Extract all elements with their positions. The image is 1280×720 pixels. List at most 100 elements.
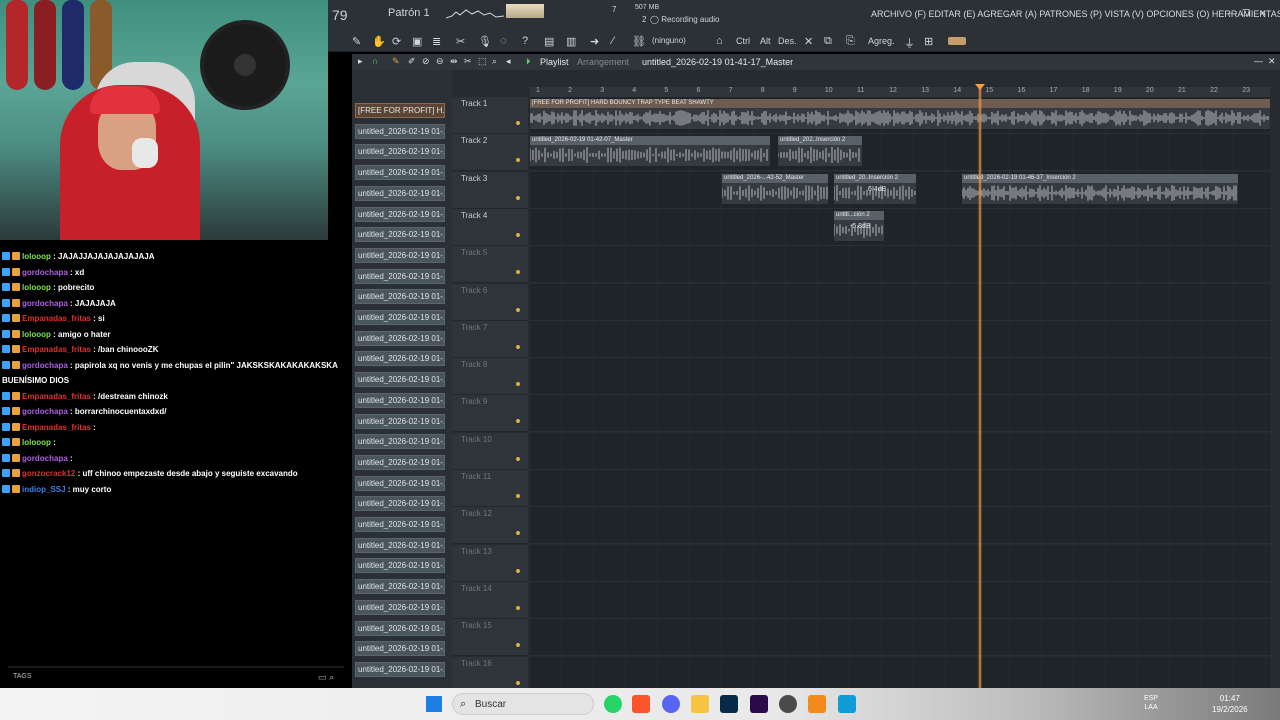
arrangement-name[interactable]: untitled_2026-02-19 01-41-17_Master <box>642 57 793 67</box>
track-name[interactable]: Track 10 <box>461 435 492 444</box>
pattern-item[interactable]: untitled_2026-02-19 01-... <box>355 247 445 263</box>
track-name[interactable]: Track 11 <box>461 472 491 481</box>
track-header[interactable]: Track 15 <box>452 619 528 657</box>
track-header[interactable]: Track 1 <box>452 97 528 134</box>
pattern-item[interactable]: untitled_2026-02-19 01-... <box>355 496 445 512</box>
track-name[interactable]: Track 14 <box>461 584 492 593</box>
track-active-led[interactable] <box>516 680 520 685</box>
pattern-item[interactable]: untitled_2026-02-19 01-... <box>355 579 445 595</box>
arrow-right-icon[interactable]: ▸ <box>358 56 363 67</box>
pattern-item[interactable]: untitled_2026-02-19 01-... <box>355 227 445 243</box>
track-active-led[interactable] <box>516 344 520 349</box>
brave-icon[interactable] <box>632 695 650 713</box>
timeline-ruler[interactable]: 1 2 3 4 5 6 7 8 9 10 11 12 13 14 15 16 17 18 19 20 21 22 23 <box>530 87 1270 97</box>
draw-tool-icon[interactable]: ✎ <box>392 56 400 67</box>
track-header[interactable]: Track 8 <box>452 358 528 396</box>
track-name[interactable]: Track 5 <box>461 248 487 257</box>
brush-icon[interactable]: ⁄ <box>612 35 614 47</box>
close-icon[interactable]: ✕ <box>1259 8 1267 19</box>
pattern-item[interactable]: untitled_2026-02-19 01-... <box>355 475 445 491</box>
track-active-led[interactable] <box>516 382 520 387</box>
cart-icon[interactable]: ⊞ <box>924 35 933 48</box>
chat-username[interactable]: lolooop <box>22 283 51 292</box>
track-lane[interactable] <box>530 544 1270 582</box>
fl-studio-icon[interactable] <box>808 695 826 713</box>
chat-username[interactable]: Empanadas_fritas <box>22 314 91 323</box>
chat-icon[interactable]: ◌ <box>500 35 507 47</box>
pattern-item[interactable]: untitled_2026-02-19 01-... <box>355 268 445 284</box>
clock[interactable]: 01:47 19/2/2026 <box>1212 693 1248 715</box>
pattern-item[interactable]: untitled_2026-02-19 01-... <box>355 641 445 657</box>
track-lane[interactable] <box>530 432 1270 470</box>
pattern-item[interactable]: untitled_2026-02-19 01-... <box>355 123 445 139</box>
pattern-item[interactable]: untitled_2026-02-19 01-... <box>355 517 445 532</box>
bpm-display[interactable]: 79 <box>332 7 348 23</box>
arrow-icon[interactable]: ➜ <box>590 35 599 48</box>
track-name[interactable]: Track 4 <box>461 211 487 220</box>
windows-start-icon[interactable] <box>426 696 442 712</box>
audio-clip[interactable]: untitled_20..Inserción 2 6.4dB <box>834 173 916 204</box>
track-lane[interactable] <box>530 507 1270 545</box>
premiere-icon[interactable] <box>750 695 768 713</box>
snap-selector[interactable]: (ninguno) <box>652 36 686 45</box>
pattern-item[interactable]: untitled_2026-02-19 01-... <box>355 558 445 574</box>
slip-tool-icon[interactable]: ⇹ <box>450 56 458 67</box>
track-name[interactable]: Track 7 <box>461 323 487 332</box>
chat-username[interactable]: lolooop <box>22 252 51 261</box>
track-header[interactable]: Track 13 <box>452 544 528 582</box>
track-header[interactable]: Track 7 <box>452 320 528 358</box>
track-active-led[interactable] <box>516 605 520 610</box>
track-name[interactable]: Track 15 <box>461 621 492 630</box>
whatsapp-icon[interactable] <box>604 695 622 713</box>
audio-clip[interactable]: [FREE FOR PROFIT] HARD BOUNCY TRAP TYPE … <box>530 99 1270 129</box>
pattern-item[interactable]: untitled_2026-02-19 01-... <box>355 289 445 305</box>
discord-icon[interactable] <box>662 695 680 713</box>
track-header[interactable]: Track 3 <box>452 171 528 209</box>
magnet-icon[interactable]: ∩ <box>372 56 378 66</box>
track-name[interactable]: Track 8 <box>461 360 487 369</box>
chat-username[interactable]: gordochapa <box>22 268 68 277</box>
track-active-led[interactable] <box>516 568 520 573</box>
chat-username[interactable]: lolooop <box>22 330 51 339</box>
pattern-item[interactable]: untitled_2026-02-19 01-... <box>355 351 445 367</box>
pattern-item[interactable]: untitled_2026-02-19 01-... <box>355 310 445 325</box>
track-header[interactable]: Track 9 <box>452 395 528 433</box>
pen-icon[interactable]: ✎ <box>352 35 361 48</box>
restore-icon[interactable]: ❐ <box>1242 8 1250 19</box>
chat-username[interactable]: indiop_SSJ <box>22 485 66 494</box>
pattern-item[interactable]: untitled_2026-02-19 01-... <box>355 413 445 429</box>
chat-username[interactable]: gordochapa <box>22 407 68 416</box>
audio-clip[interactable]: untitled_2026-...42-52_Master <box>722 173 828 204</box>
hat-icon[interactable]: ⌂ <box>716 35 723 47</box>
add-button[interactable]: Agreg. <box>868 36 895 46</box>
track-name[interactable]: Track 6 <box>461 286 487 295</box>
track-lane[interactable] <box>530 208 1270 246</box>
chat-username[interactable]: Empanadas_fritas <box>22 392 91 401</box>
track-active-led[interactable] <box>516 195 520 200</box>
pattern-item[interactable]: untitled_2026-02-19 01-... <box>355 165 445 181</box>
track-active-led[interactable] <box>516 121 520 125</box>
pattern-item[interactable]: untitled_2026-02-19 01-... <box>355 330 445 346</box>
pattern-item[interactable]: untitled_2026-02-19 01-... <box>355 392 445 408</box>
paste-icon[interactable]: ⎘ <box>846 35 855 48</box>
track-header[interactable]: Track 5 <box>452 246 528 284</box>
pattern-item[interactable]: [FREE FOR PROFIT] H... <box>355 103 445 118</box>
pattern-item[interactable]: untitled_2026-02-19 01-... <box>355 144 445 160</box>
ctrl-button[interactable]: Ctrl <box>736 36 750 46</box>
playlist-close-icon[interactable]: ✕ <box>1268 56 1276 67</box>
audio-clip[interactable]: untitled_2026-02-19 01-46-37_Inserción 2 <box>962 173 1238 204</box>
audio-clip[interactable]: untitled_202..Inserción 2 <box>778 136 862 167</box>
track-active-led[interactable] <box>516 307 520 312</box>
track-active-led[interactable] <box>516 531 520 536</box>
copy-icon[interactable]: ⧉ <box>824 35 832 48</box>
piano-icon[interactable]: ▥ <box>566 35 576 48</box>
track-header[interactable]: Track 10 <box>452 432 528 470</box>
taskbar-search[interactable]: ⌕ Buscar <box>452 693 594 715</box>
chat-username[interactable]: gordochapa <box>22 299 68 308</box>
paint-tool-icon[interactable]: ✐ <box>408 56 416 67</box>
track-name[interactable]: Track 13 <box>461 547 492 556</box>
track-active-led[interactable] <box>516 232 520 237</box>
obs-icon[interactable] <box>779 695 797 713</box>
cut-icon[interactable]: ✂ <box>456 35 465 48</box>
track-active-led[interactable] <box>516 494 520 498</box>
